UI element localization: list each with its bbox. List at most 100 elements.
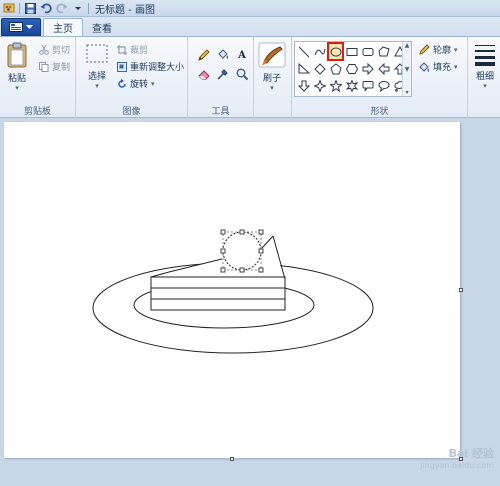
copy-icon <box>39 61 49 72</box>
brushes-button[interactable]: 刷子 ▾ <box>258 42 286 92</box>
undo-icon[interactable] <box>40 2 52 14</box>
copy-label: 复制 <box>52 63 71 73</box>
select-button[interactable]: 选择 ▾ <box>85 42 109 90</box>
tools-group: A 工具 <box>188 37 254 119</box>
chevron-down-icon: ▾ <box>95 82 99 90</box>
paint-menu-button[interactable] <box>1 18 41 36</box>
color-picker-icon[interactable] <box>215 66 231 82</box>
chevron-down-icon: ▾ <box>454 62 458 71</box>
rounded-rectangle-shape-icon[interactable] <box>360 43 375 60</box>
rectangle-shape-icon[interactable] <box>344 43 359 60</box>
title-bar: 无标题 - 画图 <box>0 0 500 17</box>
crop-button[interactable]: 裁剪 <box>117 43 148 56</box>
resize-button[interactable]: 重新调整大小 <box>117 60 184 73</box>
brushes-label: 刷子 <box>262 74 281 84</box>
title-separator <box>88 2 89 14</box>
right-triangle-shape-icon[interactable] <box>296 60 311 77</box>
star-6-shape-icon[interactable] <box>344 77 359 94</box>
cut-button[interactable]: 剪切 <box>39 43 70 56</box>
text-tool-icon[interactable]: A <box>234 47 250 63</box>
clipboard-group-label: 剪贴板 <box>23 107 51 117</box>
rotate-button[interactable]: 旋转 ▾ <box>117 77 155 90</box>
rotate-label: 旋转 <box>130 80 149 90</box>
chevron-down-icon: ▾ <box>151 79 155 88</box>
chevron-down-icon: ▾ <box>483 82 487 90</box>
paint-app-icon[interactable] <box>3 2 15 14</box>
rotate-icon <box>118 78 126 88</box>
crop-label: 裁剪 <box>130 46 149 56</box>
redo-icon[interactable] <box>56 2 68 14</box>
expand-gallery-icon[interactable]: ▾ <box>405 89 408 96</box>
tab-view[interactable]: 查看 <box>83 18 121 36</box>
callout-rounded-shape-icon[interactable] <box>360 77 375 94</box>
save-icon[interactable] <box>24 2 36 14</box>
arrow-right-shape-icon[interactable] <box>360 60 375 77</box>
cut-label: 剪切 <box>52 46 71 56</box>
size-button[interactable]: 粗细 ▾ <box>474 42 496 90</box>
outline-button[interactable]: 轮廓 ▾ <box>418 43 458 56</box>
arrow-left-shape-icon[interactable] <box>376 60 391 77</box>
ribbon-tabs: 主页 查看 <box>0 17 500 36</box>
image-group-label: 图像 <box>122 107 141 117</box>
arrow-down-shape-icon[interactable] <box>296 77 311 94</box>
magnifier-icon[interactable] <box>234 66 250 82</box>
paste-button[interactable]: 粘贴 ▾ <box>6 42 28 92</box>
outline-icon <box>419 43 430 55</box>
fill-button[interactable]: 填充 ▾ <box>418 60 458 73</box>
curve-shape-icon[interactable] <box>312 43 327 60</box>
ribbon: 粘贴 ▾ 剪切 复制 剪贴板 选择 ▾ 裁剪 重新调整大小 旋转 ▾ 图像 A … <box>0 36 500 119</box>
select-icon <box>86 44 108 63</box>
fill-bucket-icon[interactable] <box>215 47 231 63</box>
window-title: 无标题 - 画图 <box>95 4 155 16</box>
tools-group-label: 工具 <box>211 107 230 117</box>
shapes-group-label: 形状 <box>370 107 389 117</box>
select-label: 选择 <box>87 72 106 82</box>
chevron-down-icon: ▾ <box>15 84 19 92</box>
watermark-main: Bai 经验 <box>448 447 494 460</box>
star-4-shape-icon[interactable] <box>312 77 327 94</box>
drawing-canvas[interactable] <box>4 122 460 458</box>
paste-label: 粘贴 <box>7 74 26 84</box>
shapes-scrollbar[interactable]: ▲ ▼ ▾ <box>402 42 411 96</box>
diamond-shape-icon[interactable] <box>312 60 327 77</box>
title-separator <box>19 2 20 14</box>
watermark: Bai 经验 jingyan.baidu.com <box>420 445 494 470</box>
copy-button[interactable]: 复制 <box>39 60 70 73</box>
size-label: 粗细 <box>475 72 494 82</box>
chevron-down-icon: ▾ <box>270 84 274 92</box>
scroll-up-icon[interactable]: ▲ <box>405 42 410 49</box>
cake-top-right <box>261 235 274 249</box>
line-shape-icon[interactable] <box>296 43 311 60</box>
tab-home[interactable]: 主页 <box>43 18 83 36</box>
chevron-down-icon <box>26 24 33 29</box>
image-group: 选择 ▾ 裁剪 重新调整大小 旋转 ▾ 图像 <box>76 37 188 119</box>
line-width-icon <box>475 45 495 66</box>
star-5-shape-icon[interactable] <box>328 77 343 94</box>
scroll-down-icon[interactable]: ▼ <box>405 66 410 73</box>
customize-toolbar-icon[interactable] <box>72 2 84 14</box>
polygon-shape-icon[interactable] <box>376 43 391 60</box>
outline-label: 轮廓 <box>433 46 452 56</box>
tools-grid: A <box>196 47 250 82</box>
oval-shape-icon[interactable] <box>327 42 344 61</box>
fill-icon <box>419 61 430 72</box>
callout-oval-shape-icon[interactable] <box>376 77 391 94</box>
paste-icon <box>7 42 27 68</box>
shapes-grid <box>296 42 407 94</box>
resize-icon <box>117 61 127 72</box>
hexagon-shape-icon[interactable] <box>344 60 359 77</box>
crop-icon <box>117 44 127 55</box>
resize-label: 重新调整大小 <box>130 63 185 73</box>
eraser-icon[interactable] <box>196 66 212 82</box>
pencil-icon[interactable] <box>196 47 212 63</box>
chevron-down-icon: ▾ <box>454 45 458 54</box>
pentagon-shape-icon[interactable] <box>328 60 343 77</box>
workspace: Bai 经验 jingyan.baidu.com <box>0 119 500 486</box>
canvas-resize-handle-bottom[interactable] <box>230 457 234 461</box>
canvas-resize-handle-right[interactable] <box>459 288 463 292</box>
scissors-icon <box>39 44 49 55</box>
cake-slice <box>151 246 285 310</box>
brushes-group: 刷子 ▾ <box>254 37 292 119</box>
fill-label: 填充 <box>433 63 452 73</box>
paint-menu-icon <box>9 22 23 32</box>
